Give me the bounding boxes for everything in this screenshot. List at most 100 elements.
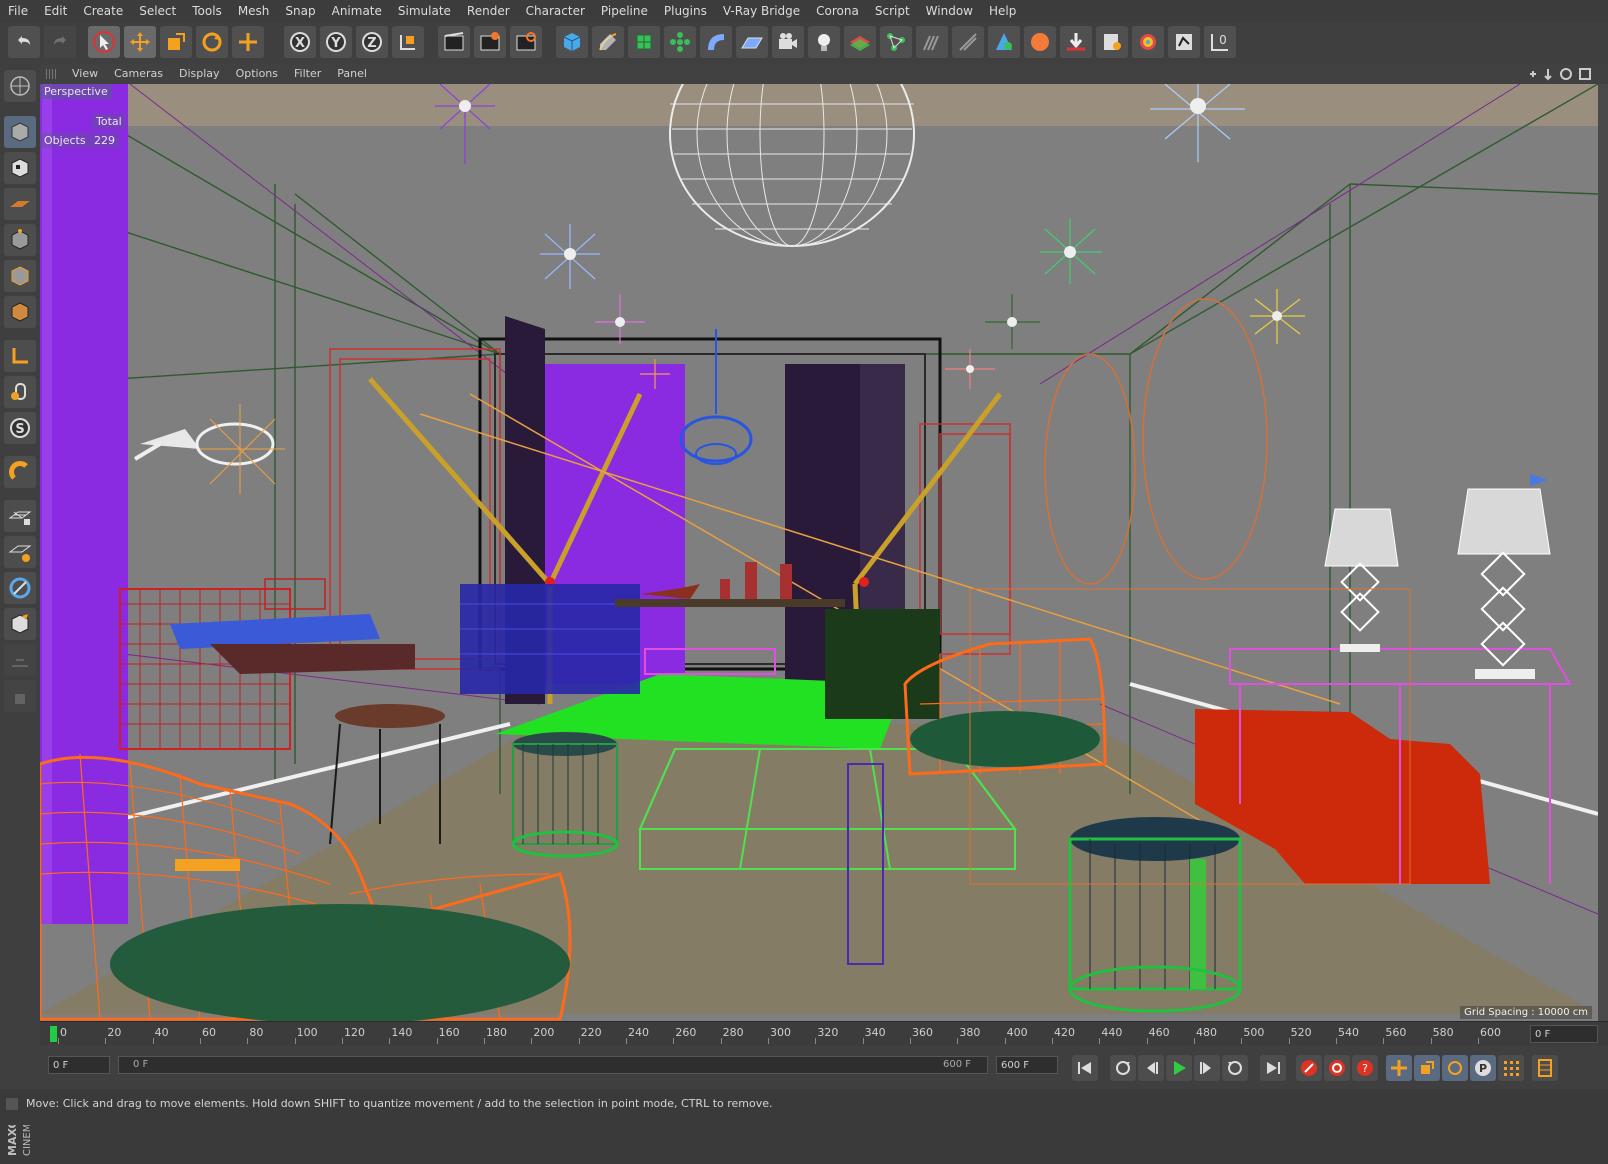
dynamics-icon[interactable] bbox=[1060, 26, 1092, 58]
rotation-track-icon[interactable] bbox=[1442, 1055, 1468, 1081]
pen-spline-icon[interactable] bbox=[592, 26, 624, 58]
deformer-icon[interactable] bbox=[700, 26, 732, 58]
grid-lock-icon[interactable] bbox=[4, 500, 36, 532]
select-arrow-icon[interactable] bbox=[88, 26, 120, 58]
menu-window[interactable]: Window bbox=[918, 0, 981, 22]
settings-icon[interactable] bbox=[1132, 26, 1164, 58]
parameter-track-icon[interactable]: P bbox=[1470, 1055, 1496, 1081]
viewport-menu-view[interactable]: View bbox=[64, 64, 106, 84]
menu-script[interactable]: Script bbox=[867, 0, 918, 22]
next-frame-icon[interactable] bbox=[1194, 1055, 1220, 1081]
model-mode-icon[interactable] bbox=[4, 116, 36, 148]
range-slider[interactable]: 0 F 600 F bbox=[118, 1056, 988, 1074]
scale-track-icon[interactable] bbox=[1414, 1055, 1440, 1081]
menu-animate[interactable]: Animate bbox=[324, 0, 390, 22]
keyframe-selection-icon[interactable]: ? bbox=[1352, 1055, 1378, 1081]
viewport-navigation-icon[interactable] bbox=[1528, 66, 1602, 82]
x-axis-icon[interactable]: X bbox=[284, 26, 316, 58]
end-frame-field[interactable]: 600 F bbox=[996, 1056, 1058, 1074]
play-forward-icon[interactable] bbox=[1166, 1055, 1192, 1081]
position-track-icon[interactable] bbox=[1386, 1055, 1412, 1081]
subdivision-icon[interactable] bbox=[628, 26, 660, 58]
menu-tools[interactable]: Tools bbox=[184, 0, 230, 22]
viewport-nav-icons[interactable] bbox=[1528, 66, 1602, 82]
scale-icon[interactable] bbox=[160, 26, 192, 58]
menu-corona[interactable]: Corona bbox=[808, 0, 867, 22]
stopwatch-icon[interactable]: 0 bbox=[1204, 26, 1236, 58]
menu-mesh[interactable]: Mesh bbox=[230, 0, 278, 22]
mograph-icon[interactable] bbox=[880, 26, 912, 58]
current-frame-field[interactable]: 0 F bbox=[1530, 1025, 1598, 1043]
previous-frame-icon[interactable] bbox=[1138, 1055, 1164, 1081]
menu-render[interactable]: Render bbox=[459, 0, 518, 22]
start-frame-field[interactable]: 0 F bbox=[48, 1056, 110, 1074]
z-axis-icon[interactable]: Z bbox=[356, 26, 388, 58]
sculpt-icon[interactable] bbox=[952, 26, 984, 58]
menu-simulate[interactable]: Simulate bbox=[390, 0, 459, 22]
texture-mode-icon[interactable] bbox=[4, 152, 36, 184]
material-icon[interactable] bbox=[844, 26, 876, 58]
make-editable-icon[interactable] bbox=[4, 70, 36, 102]
array-icon[interactable] bbox=[664, 26, 696, 58]
render-picture-viewer-icon[interactable] bbox=[474, 26, 506, 58]
paint-disabled-icon[interactable] bbox=[4, 644, 36, 676]
menu-pipeline[interactable]: Pipeline bbox=[593, 0, 656, 22]
floor-icon[interactable] bbox=[736, 26, 768, 58]
menu-file[interactable]: File bbox=[0, 0, 36, 22]
rotate-icon[interactable] bbox=[196, 26, 228, 58]
menu-create[interactable]: Create bbox=[75, 0, 131, 22]
camera-icon[interactable] bbox=[772, 26, 804, 58]
perspective-viewport[interactable]: Perspective Total Objects 229 Grid Spaci… bbox=[40, 84, 1598, 1021]
menu-help[interactable]: Help bbox=[981, 0, 1024, 22]
move-icon[interactable] bbox=[124, 26, 156, 58]
menu-plugins[interactable]: Plugins bbox=[656, 0, 715, 22]
y-axis-icon[interactable]: Y bbox=[320, 26, 352, 58]
viewport-menu-panel[interactable]: Panel bbox=[329, 64, 375, 84]
timeline-ruler[interactable]: 0 20 40 60 80 100 120 140 160 180 200 220 240 260 280 3… bbox=[40, 1021, 1608, 1046]
cloth-icon[interactable] bbox=[1096, 26, 1128, 58]
light-icon[interactable] bbox=[808, 26, 840, 58]
viewport-menu-filter[interactable]: Filter bbox=[286, 64, 329, 84]
magnet-icon[interactable] bbox=[4, 456, 36, 488]
snap-icon[interactable] bbox=[4, 536, 36, 568]
right-panel-edge[interactable] bbox=[1598, 84, 1608, 1021]
viewport-menu-display[interactable]: Display bbox=[171, 64, 228, 84]
menu-select[interactable]: Select bbox=[131, 0, 184, 22]
redo-icon[interactable] bbox=[44, 26, 76, 58]
lock-disabled-icon[interactable] bbox=[4, 680, 36, 712]
fracture-icon[interactable] bbox=[1024, 26, 1056, 58]
render-settings-icon[interactable] bbox=[510, 26, 542, 58]
undo-icon[interactable] bbox=[8, 26, 40, 58]
previous-key-icon[interactable] bbox=[1110, 1055, 1136, 1081]
workplane-icon[interactable] bbox=[4, 188, 36, 220]
autokeying-icon[interactable] bbox=[1324, 1055, 1350, 1081]
render-view-icon[interactable] bbox=[438, 26, 470, 58]
live-select-icon[interactable] bbox=[232, 26, 264, 58]
camera-label[interactable]: Perspective bbox=[40, 84, 112, 99]
viewport-menu-options[interactable]: Options bbox=[228, 64, 286, 84]
xpresso-icon[interactable] bbox=[988, 26, 1020, 58]
edges-mode-icon[interactable] bbox=[4, 260, 36, 292]
points-mode-icon[interactable] bbox=[4, 224, 36, 256]
coordinate-system-icon[interactable] bbox=[392, 26, 424, 58]
go-to-end-icon[interactable] bbox=[1260, 1055, 1286, 1081]
record-active-objects-icon[interactable] bbox=[1296, 1055, 1322, 1081]
solo-icon[interactable]: S bbox=[4, 412, 36, 444]
go-to-start-icon[interactable] bbox=[1072, 1055, 1098, 1081]
point-level-animation-icon[interactable] bbox=[1498, 1055, 1524, 1081]
menu-v-ray-bridge[interactable]: V-Ray Bridge bbox=[715, 0, 808, 22]
scheme-menu-icon[interactable] bbox=[1532, 1055, 1558, 1081]
hair-icon[interactable] bbox=[916, 26, 948, 58]
scene-wireframe[interactable] bbox=[40, 84, 1598, 1021]
tweak-icon[interactable] bbox=[4, 376, 36, 408]
viewport-menu-cameras[interactable]: Cameras bbox=[106, 64, 171, 84]
next-key-icon[interactable] bbox=[1222, 1055, 1248, 1081]
enable-axis-icon[interactable] bbox=[4, 572, 36, 604]
cube-primitive-icon[interactable] bbox=[556, 26, 588, 58]
playhead[interactable] bbox=[50, 1026, 57, 1042]
paint-icon[interactable] bbox=[4, 608, 36, 640]
menu-character[interactable]: Character bbox=[518, 0, 593, 22]
menu-edit[interactable]: Edit bbox=[36, 0, 75, 22]
menu-snap[interactable]: Snap bbox=[277, 0, 323, 22]
polygons-mode-icon[interactable] bbox=[4, 296, 36, 328]
